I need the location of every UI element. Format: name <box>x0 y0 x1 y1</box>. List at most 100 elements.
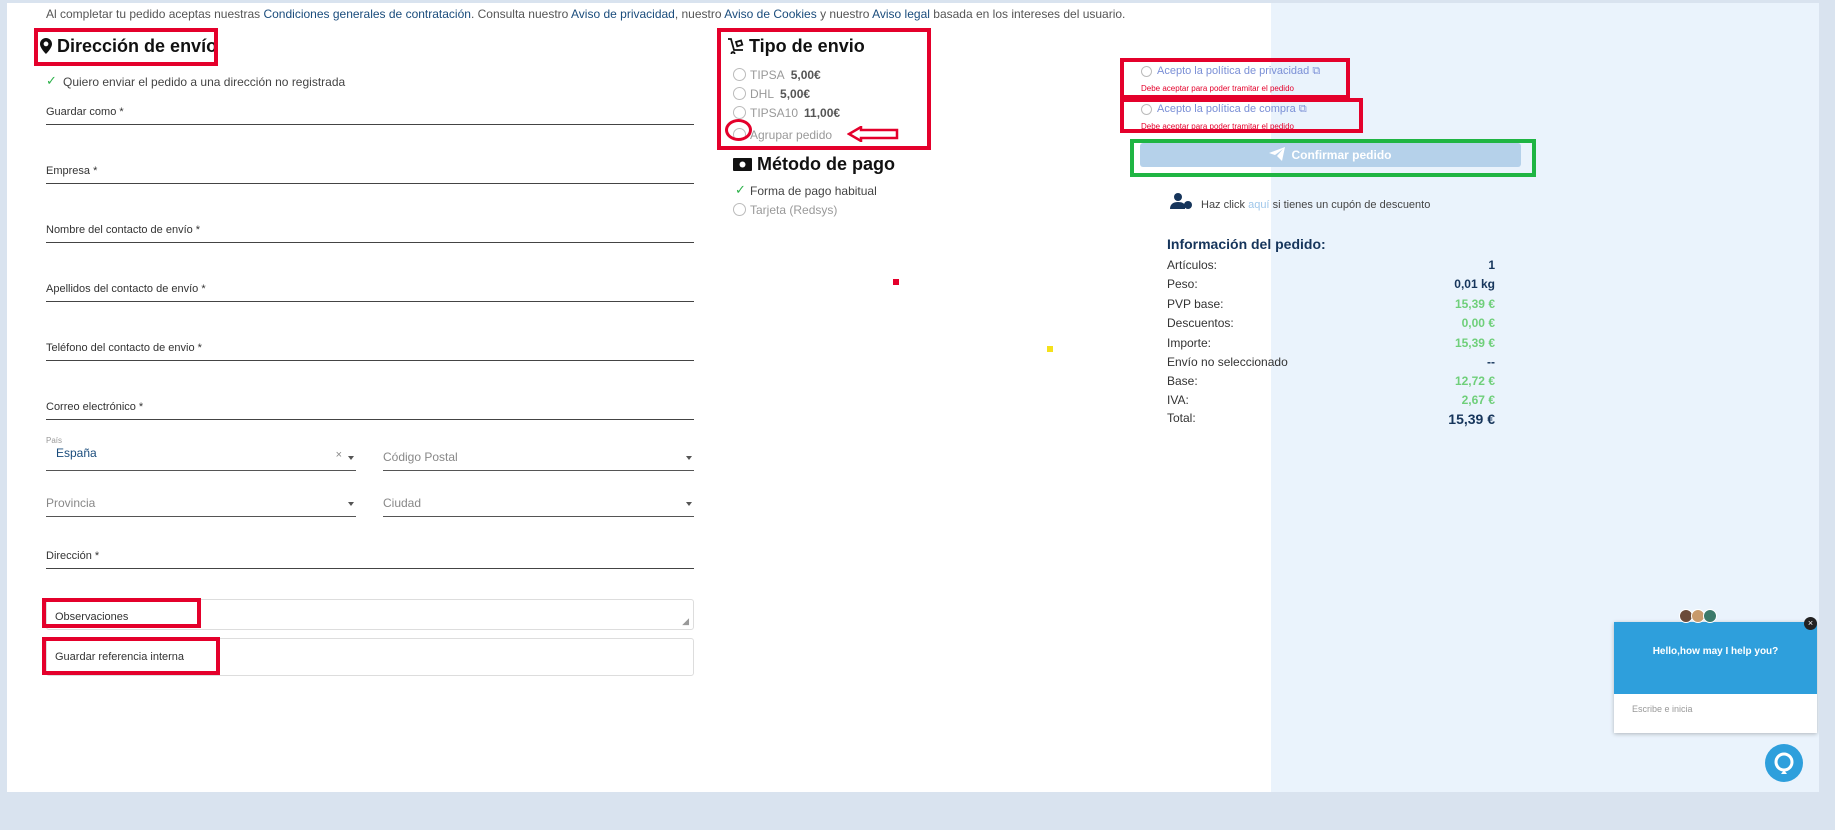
summary-label: IVA: <box>1167 393 1189 407</box>
summary-value: 1 <box>1488 258 1495 272</box>
company-label: Empresa * <box>46 165 98 177</box>
legal-note-text: Al completar tu pedido aceptas nuestras <box>46 7 261 21</box>
chat-bubble-icon <box>1774 752 1794 774</box>
checkout-page: Al completar tu pedido aceptas nuestras … <box>7 3 1819 792</box>
legal-note-text: basada en los intereses del usuario. <box>933 7 1126 21</box>
summary-label: Envío no seleccionado <box>1167 355 1288 369</box>
legal-note-text: . Consulta nuestro <box>470 7 569 21</box>
annotation-box-privacy-policy <box>1120 58 1350 99</box>
country-label: País <box>46 436 63 445</box>
legal-note: Al completar tu pedido aceptas nuestras … <box>46 7 1125 21</box>
coupon-text: Haz click aquí si tienes un cupón de des… <box>1201 199 1430 211</box>
payment-habitual-option[interactable]: Forma de pago habitual <box>750 184 877 198</box>
chat-header: Hello,how may I help you? <box>1614 622 1817 694</box>
email-field[interactable]: Correo electrónico * <box>46 391 694 420</box>
postal-code-select[interactable]: Código Postal <box>383 448 694 471</box>
country-select[interactable]: España × <box>46 445 356 471</box>
summary-total-row: Total: 15,39 € <box>1167 411 1495 431</box>
coupon-prefix: Haz click <box>1201 199 1246 211</box>
annotation-arrow-icon <box>847 126 899 142</box>
save-as-field[interactable]: Guardar como * <box>46 96 694 125</box>
save-as-label: Guardar como * <box>46 106 124 118</box>
unregistered-address-option[interactable]: Quiero enviar el pedido a una dirección … <box>63 75 345 89</box>
address-field[interactable]: Dirección * <box>46 540 694 569</box>
summary-label: Peso: <box>1167 277 1198 291</box>
province-placeholder: Provincia <box>46 496 96 510</box>
annotation-box-internal-ref <box>42 637 220 675</box>
privacy-notice-link[interactable]: Aviso de privacidad <box>571 7 675 21</box>
address-label: Dirección * <box>46 550 100 562</box>
country-value: España <box>56 446 97 460</box>
chevron-down-icon <box>686 456 692 460</box>
summary-value: 15,39 € <box>1454 336 1495 350</box>
legal-note-text: , nuestro <box>674 7 722 21</box>
contact-name-label: Nombre del contacto de envío * <box>46 224 201 236</box>
resize-handle-icon[interactable]: ◢ <box>682 616 689 627</box>
payment-card-option[interactable]: Tarjeta (Redsys) <box>750 203 837 217</box>
summary-row: Base: 12,72 € <box>1167 374 1495 394</box>
summary-value: 2,67 € <box>1461 393 1495 407</box>
company-field[interactable]: Empresa * <box>46 155 694 184</box>
close-icon[interactable]: × <box>1804 617 1817 630</box>
chat-input[interactable]: Escribe e inicia <box>1632 704 1693 714</box>
payment-card-radio[interactable] <box>733 203 746 216</box>
summary-label: Base: <box>1167 374 1198 388</box>
chevron-down-icon <box>348 502 354 506</box>
annotation-box-confirm <box>1130 139 1536 177</box>
contact-surname-field[interactable]: Apellidos del contacto de envío * <box>46 273 694 302</box>
summary-label: PVP base: <box>1167 297 1224 311</box>
city-placeholder: Ciudad <box>383 496 422 510</box>
annotation-box-observations <box>42 598 201 628</box>
chat-launcher-button[interactable] <box>1765 744 1803 782</box>
summary-row: Peso: 0,01 kg <box>1167 277 1495 297</box>
legal-note-text: y nuestro <box>820 7 870 21</box>
contact-surname-label: Apellidos del contacto de envío * <box>46 283 206 295</box>
cookies-notice-link[interactable]: Aviso de Cookies <box>724 7 817 21</box>
annotation-box-purchase-policy <box>1120 98 1363 133</box>
chat-agents-avatars <box>1679 609 1719 625</box>
province-select[interactable]: Provincia <box>46 495 356 517</box>
summary-total-value: 15,39 € <box>1448 411 1495 427</box>
payment-method-title: Método de pago <box>733 154 895 175</box>
coupon-link[interactable]: aquí <box>1248 199 1269 211</box>
checkmark-icon: ✓ <box>735 182 746 197</box>
summary-row: PVP base: 15,39 € <box>1167 297 1495 317</box>
summary-row: Envío no seleccionado -- <box>1167 355 1495 375</box>
summary-value: 15,39 € <box>1454 297 1495 311</box>
order-info-title: Información del pedido: <box>1167 236 1326 252</box>
yellow-marker <box>1047 346 1053 352</box>
user-coupon-icon <box>1170 193 1192 209</box>
summary-row: IVA: 2,67 € <box>1167 393 1495 413</box>
summary-value: 0,00 € <box>1461 316 1495 330</box>
avatar <box>1703 609 1717 623</box>
postal-code-placeholder: Código Postal <box>383 450 458 464</box>
summary-value: 12,72 € <box>1454 374 1495 388</box>
summary-label: Total: <box>1167 411 1196 425</box>
red-marker <box>893 279 899 285</box>
city-select[interactable]: Ciudad <box>383 495 694 517</box>
chat-greeting: Hello,how may I help you? <box>1652 646 1779 657</box>
checkmark-icon: ✓ <box>46 73 57 88</box>
annotation-circle-group-order <box>725 119 752 141</box>
summary-label: Artículos: <box>1167 258 1218 272</box>
coupon-suffix: si tienes un cupón de descuento <box>1272 199 1431 211</box>
summary-row: Importe: 15,39 € <box>1167 336 1495 356</box>
chat-widget[interactable]: Hello,how may I help you? Escribe e inic… <box>1614 622 1817 733</box>
summary-row: Artículos: 1 <box>1167 258 1495 278</box>
clear-icon[interactable]: × <box>336 449 342 461</box>
annotation-box-shipping-title <box>34 28 218 66</box>
contact-phone-field[interactable]: Teléfono del contacto de envio * <box>46 332 694 361</box>
contact-name-field[interactable]: Nombre del contacto de envío * <box>46 214 694 243</box>
summary-row: Descuentos: 0,00 € <box>1167 316 1495 336</box>
summary-label: Importe: <box>1167 336 1212 350</box>
summary-label: Descuentos: <box>1167 316 1234 330</box>
email-label: Correo electrónico * <box>46 401 144 413</box>
legal-notice-link[interactable]: Aviso legal <box>872 7 930 21</box>
summary-value: -- <box>1487 355 1495 369</box>
chevron-down-icon <box>348 456 354 460</box>
contact-phone-label: Teléfono del contacto de envio * <box>46 342 202 354</box>
payment-method-title-text: Método de pago <box>757 154 896 174</box>
conditions-link[interactable]: Condiciones generales de contratación <box>263 7 470 21</box>
summary-value: 0,01 kg <box>1454 277 1495 291</box>
chevron-down-icon <box>686 502 692 506</box>
